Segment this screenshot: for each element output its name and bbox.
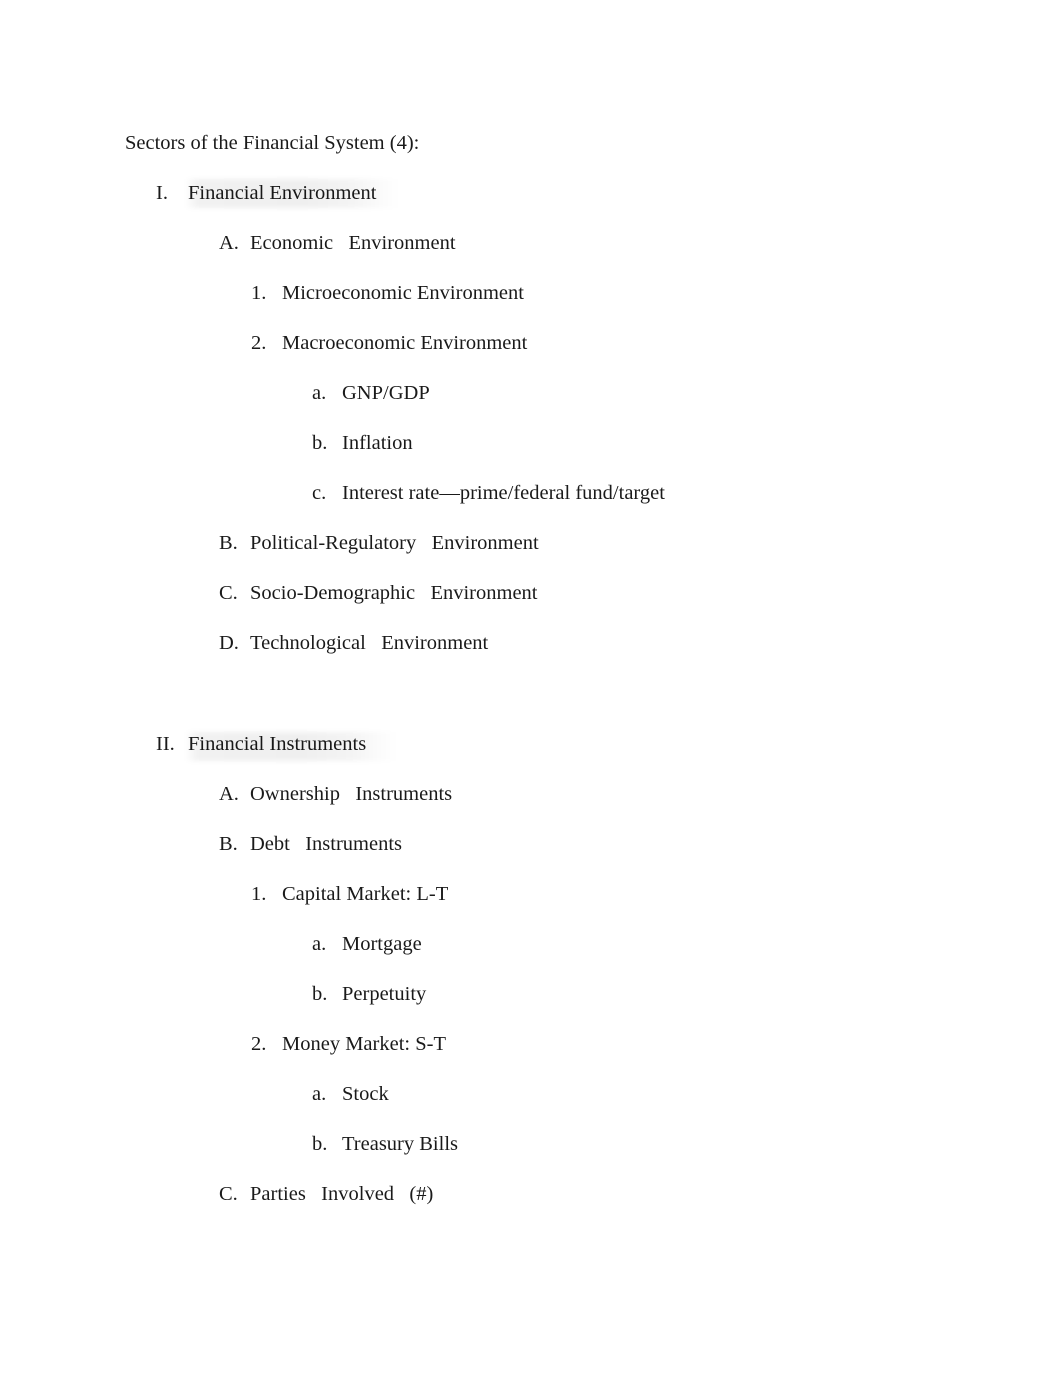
document-title: Sectors of the Financial System (4): xyxy=(125,131,1062,155)
outline-marker: a. xyxy=(312,382,327,404)
outline-text: Inflation xyxy=(342,432,413,454)
outline-marker: 1. xyxy=(251,282,267,304)
outline-item-18[interactable]: a. Stock xyxy=(312,1082,1062,1106)
outline-marker: b. xyxy=(312,983,328,1005)
outline-item-9[interactable]: C. Socio-Demographic Environment xyxy=(219,581,1062,605)
outline-item-13[interactable]: B. Debt Instruments xyxy=(219,832,1062,856)
outline-text: Socio-Demographic Environment xyxy=(250,582,538,604)
outline-marker: b. xyxy=(312,1133,328,1155)
outline-text: Mortgage xyxy=(342,933,422,955)
outline-marker: 2. xyxy=(251,332,267,354)
outline-text: Microeconomic Environment xyxy=(282,282,524,304)
outline-text: Stock xyxy=(342,1083,389,1105)
outline-marker: 1. xyxy=(251,883,267,905)
outline-text: Macroeconomic Environment xyxy=(282,332,528,354)
outline-text: GNP/GDP xyxy=(342,382,430,404)
outline-item-6[interactable]: b. Inflation xyxy=(312,431,1062,455)
outline-text: Ownership Instruments xyxy=(250,783,453,805)
outline-marker: a. xyxy=(312,1083,327,1105)
outline-marker: D. xyxy=(219,632,239,654)
outline-item-20[interactable]: C. Parties Involved (#) xyxy=(219,1182,1062,1206)
outline-marker: A. xyxy=(219,783,239,805)
outline-item-12[interactable]: A. Ownership Instruments xyxy=(219,782,1062,806)
outline-text: Money Market: S-T xyxy=(282,1033,446,1055)
outline-item-16[interactable]: b. Perpetuity xyxy=(312,982,1062,1006)
outline-item-10[interactable]: D. Technological Environment xyxy=(219,631,1062,655)
outline-text: Economic Environment xyxy=(250,232,456,254)
outline-marker: a. xyxy=(312,933,327,955)
outline-text: Financial Instruments xyxy=(188,733,367,755)
outline-text: Perpetuity xyxy=(342,983,427,1005)
outline-marker: C. xyxy=(219,582,238,604)
outline-marker: B. xyxy=(219,532,238,554)
outline-item-11[interactable]: II. Financial Instruments xyxy=(156,732,1062,756)
outline-item-8[interactable]: B. Political-Regulatory Environment xyxy=(219,531,1062,555)
document-body: Sectors of the Financial System (4): I. … xyxy=(0,0,1062,1206)
outline-item-7[interactable]: c. Interest rate—prime/federal fund/targ… xyxy=(312,481,1062,505)
outline-text: Parties Involved (#) xyxy=(250,1183,434,1205)
outline-marker: 2. xyxy=(251,1033,267,1055)
outline-marker: b. xyxy=(312,432,328,454)
outline-item-4[interactable]: 2. Macroeconomic Environment xyxy=(251,331,1062,355)
outline-text: Technological Environment xyxy=(250,632,489,654)
outline-item-3[interactable]: 1. Microeconomic Environment xyxy=(251,281,1062,305)
outline-text: Debt Instruments xyxy=(250,833,403,855)
outline-marker: C. xyxy=(219,1183,238,1205)
outline-item-14[interactable]: 1. Capital Market: L-T xyxy=(251,882,1062,906)
outline-text: Interest rate—prime/federal fund/target xyxy=(342,482,665,504)
outline-item-19[interactable]: b. Treasury Bills xyxy=(312,1132,1062,1156)
outline-item-5[interactable]: a. GNP/GDP xyxy=(312,381,1062,405)
outline-text: Capital Market: L-T xyxy=(282,883,449,905)
outline-marker: A. xyxy=(219,232,239,254)
outline-item-2[interactable]: A. Economic Environment xyxy=(219,231,1062,255)
outline-marker: c. xyxy=(312,482,327,504)
outline-item-17[interactable]: 2. Money Market: S-T xyxy=(251,1032,1062,1056)
outline-text: Political-Regulatory Environment xyxy=(250,532,539,554)
outline-text: Financial Environment xyxy=(188,182,377,204)
outline-marker: II. xyxy=(156,733,175,755)
outline-text: Treasury Bills xyxy=(342,1133,458,1155)
outline-marker: B. xyxy=(219,833,238,855)
outline-item-15[interactable]: a. Mortgage xyxy=(312,932,1062,956)
outline-marker: I. xyxy=(156,182,168,204)
document-title-text: Sectors of the Financial System (4): xyxy=(125,132,420,154)
outline-item-1[interactable]: I. Financial Environment xyxy=(156,181,1062,205)
document-page: Sectors of the Financial System (4): I. … xyxy=(0,0,1062,1377)
